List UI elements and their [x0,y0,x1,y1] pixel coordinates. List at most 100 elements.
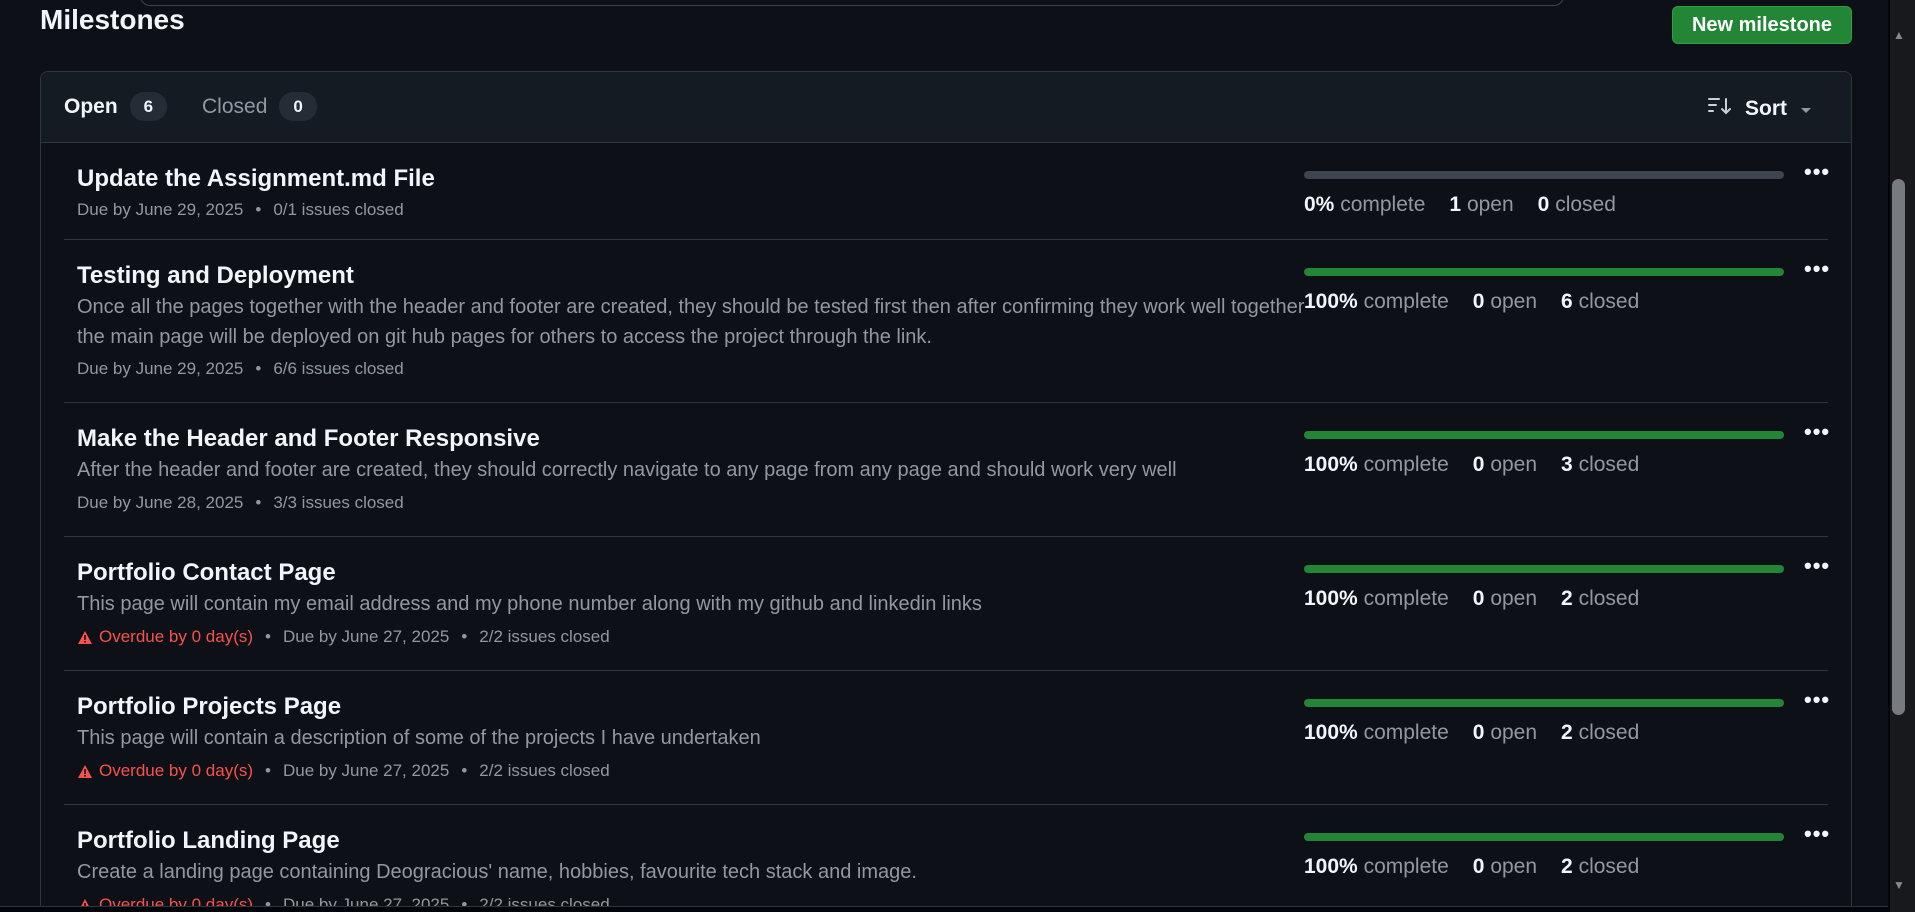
open-label: open [1466,193,1514,216]
milestone-title-link[interactable]: Portfolio Landing Page [77,827,340,855]
tab-open[interactable]: Open 6 [64,92,168,121]
progress-bar-fill [1304,268,1784,276]
open-label: open [1490,721,1538,744]
open-issues-value: 0 [1472,721,1485,744]
complete-label: complete [1363,587,1449,610]
milestone-row: Make the Header and Footer Responsive Aft… [64,403,1830,537]
issues-closed-count: 6/6 issues closed [273,359,404,378]
milestone-row: Portfolio Projects Page This page will co… [64,671,1830,805]
closed-issues-link[interactable]: 6 closed [1561,290,1639,314]
kebab-menu-icon[interactable]: ••• [1804,553,1830,579]
closed-issues-value: 0 [1537,193,1550,216]
sort-button[interactable]: Sort [1707,96,1813,122]
complete-label: complete [1363,290,1449,313]
tab-closed[interactable]: Closed 0 [202,92,317,121]
issues-closed-count: 0/1 issues closed [273,200,404,219]
progress-bar-fill [1304,833,1784,841]
separator-dot: • [265,895,271,907]
closed-label: closed [1578,855,1640,878]
closed-label: closed [1578,587,1640,610]
open-issues-link[interactable]: 0 open [1473,855,1537,879]
closed-issues-link[interactable]: 2 closed [1561,587,1639,611]
closed-count-badge: 0 [279,92,317,121]
closed-issues-link[interactable]: 3 closed [1561,453,1639,477]
separator-dot: • [255,493,262,512]
milestone-title-link[interactable]: Update the Assignment.md File [77,165,435,193]
open-issues-value: 1 [1449,193,1462,216]
milestone-stats: 0% complete 1 open 0 closed [1304,193,1640,217]
closed-label: closed [1578,721,1640,744]
closed-issues-link[interactable]: 2 closed [1561,721,1639,745]
overdue-text: Overdue by 0 day(s) [99,627,254,646]
progress-bar [1304,565,1784,573]
open-issues-link[interactable]: 0 open [1473,721,1537,745]
kebab-menu-icon[interactable]: ••• [1804,159,1830,185]
milestone-meta: Due by June 29, 2025 • 6/6 issues closed [77,359,404,379]
closed-label: closed [1578,453,1640,476]
separator-dot: • [461,895,468,907]
separator-dot: • [265,627,271,646]
open-label: open [1490,587,1538,610]
open-count-badge: 6 [129,92,168,121]
progress-bar [1304,431,1784,439]
complete-label: complete [1340,193,1426,216]
overdue-text: Overdue by 0 day(s) [99,895,254,907]
closed-issues-value: 2 [1561,855,1573,878]
search-bar-edge[interactable] [140,0,1564,6]
percent-value: 100% [1304,721,1358,744]
closed-label: closed [1555,193,1616,216]
milestone-stats: 100% complete 0 open 3 closed [1304,453,1663,477]
milestone-stats: 100% complete 0 open 2 closed [1304,587,1663,611]
percent-complete: 100% complete [1304,453,1449,477]
open-issues-link[interactable]: 0 open [1473,453,1537,477]
milestone-title-link[interactable]: Testing and Deployment [77,262,354,290]
issues-closed-count: 3/3 issues closed [273,493,404,512]
percent-complete: 0% complete [1304,193,1425,217]
separator-dot: • [255,200,262,219]
complete-label: complete [1363,721,1449,744]
overdue-status: Overdue by 0 day(s) [77,895,254,907]
kebab-menu-icon[interactable]: ••• [1804,256,1830,282]
milestone-title-link[interactable]: Make the Header and Footer Responsive [77,425,540,453]
kebab-menu-icon[interactable]: ••• [1804,687,1830,713]
open-issues-link[interactable]: 1 open [1449,193,1513,217]
kebab-menu-icon[interactable]: ••• [1804,821,1830,847]
scroll-down-arrow-icon[interactable]: ▼ [1893,878,1905,892]
open-issues-link[interactable]: 0 open [1473,587,1537,611]
open-issues-value: 0 [1472,290,1485,313]
milestone-title-link[interactable]: Portfolio Projects Page [77,693,341,721]
progress-bar-fill [1304,699,1784,707]
separator-dot: • [255,359,262,378]
scrollbar-thumb[interactable] [1892,179,1905,715]
scroll-up-arrow-icon[interactable]: ▲ [1893,28,1905,42]
milestone-description: Create a landing page containing Deograc… [77,861,917,883]
closed-label: closed [1578,290,1640,313]
milestone-row: Update the Assignment.md File Due by June… [64,143,1830,240]
kebab-menu-icon[interactable]: ••• [1804,419,1830,445]
new-milestone-button[interactable]: New milestone [1672,6,1852,44]
closed-issues-link[interactable]: 2 closed [1561,855,1639,879]
progress-bar [1304,268,1784,276]
chevron-down-icon [1799,97,1813,121]
issues-closed-count: 2/2 issues closed [479,895,610,907]
closed-issues-link[interactable]: 0 closed [1538,193,1616,217]
closed-issues-value: 2 [1561,587,1573,610]
due-date: Due by June 27, 2025 [282,761,450,780]
milestone-title-link[interactable]: Portfolio Contact Page [77,559,336,587]
progress-bar [1304,171,1784,179]
alert-icon [78,764,92,778]
due-date: Due by June 27, 2025 [282,627,450,646]
separator-dot: • [265,761,271,780]
due-date: Due by June 29, 2025 [77,359,244,378]
separator-dot: • [461,627,468,646]
milestone-row: Portfolio Contact Page This page will con… [64,537,1830,671]
milestone-description: This page will contain a description of … [77,727,761,749]
milestone-row: Testing and Deployment Once all the pages… [64,240,1830,403]
closed-issues-value: 2 [1561,721,1573,744]
open-issues-link[interactable]: 0 open [1473,290,1537,314]
due-date: Due by June 29, 2025 [77,200,244,219]
open-issues-value: 0 [1472,855,1485,878]
complete-label: complete [1363,453,1449,476]
open-issues-value: 0 [1472,453,1485,476]
alert-icon [80,898,90,906]
